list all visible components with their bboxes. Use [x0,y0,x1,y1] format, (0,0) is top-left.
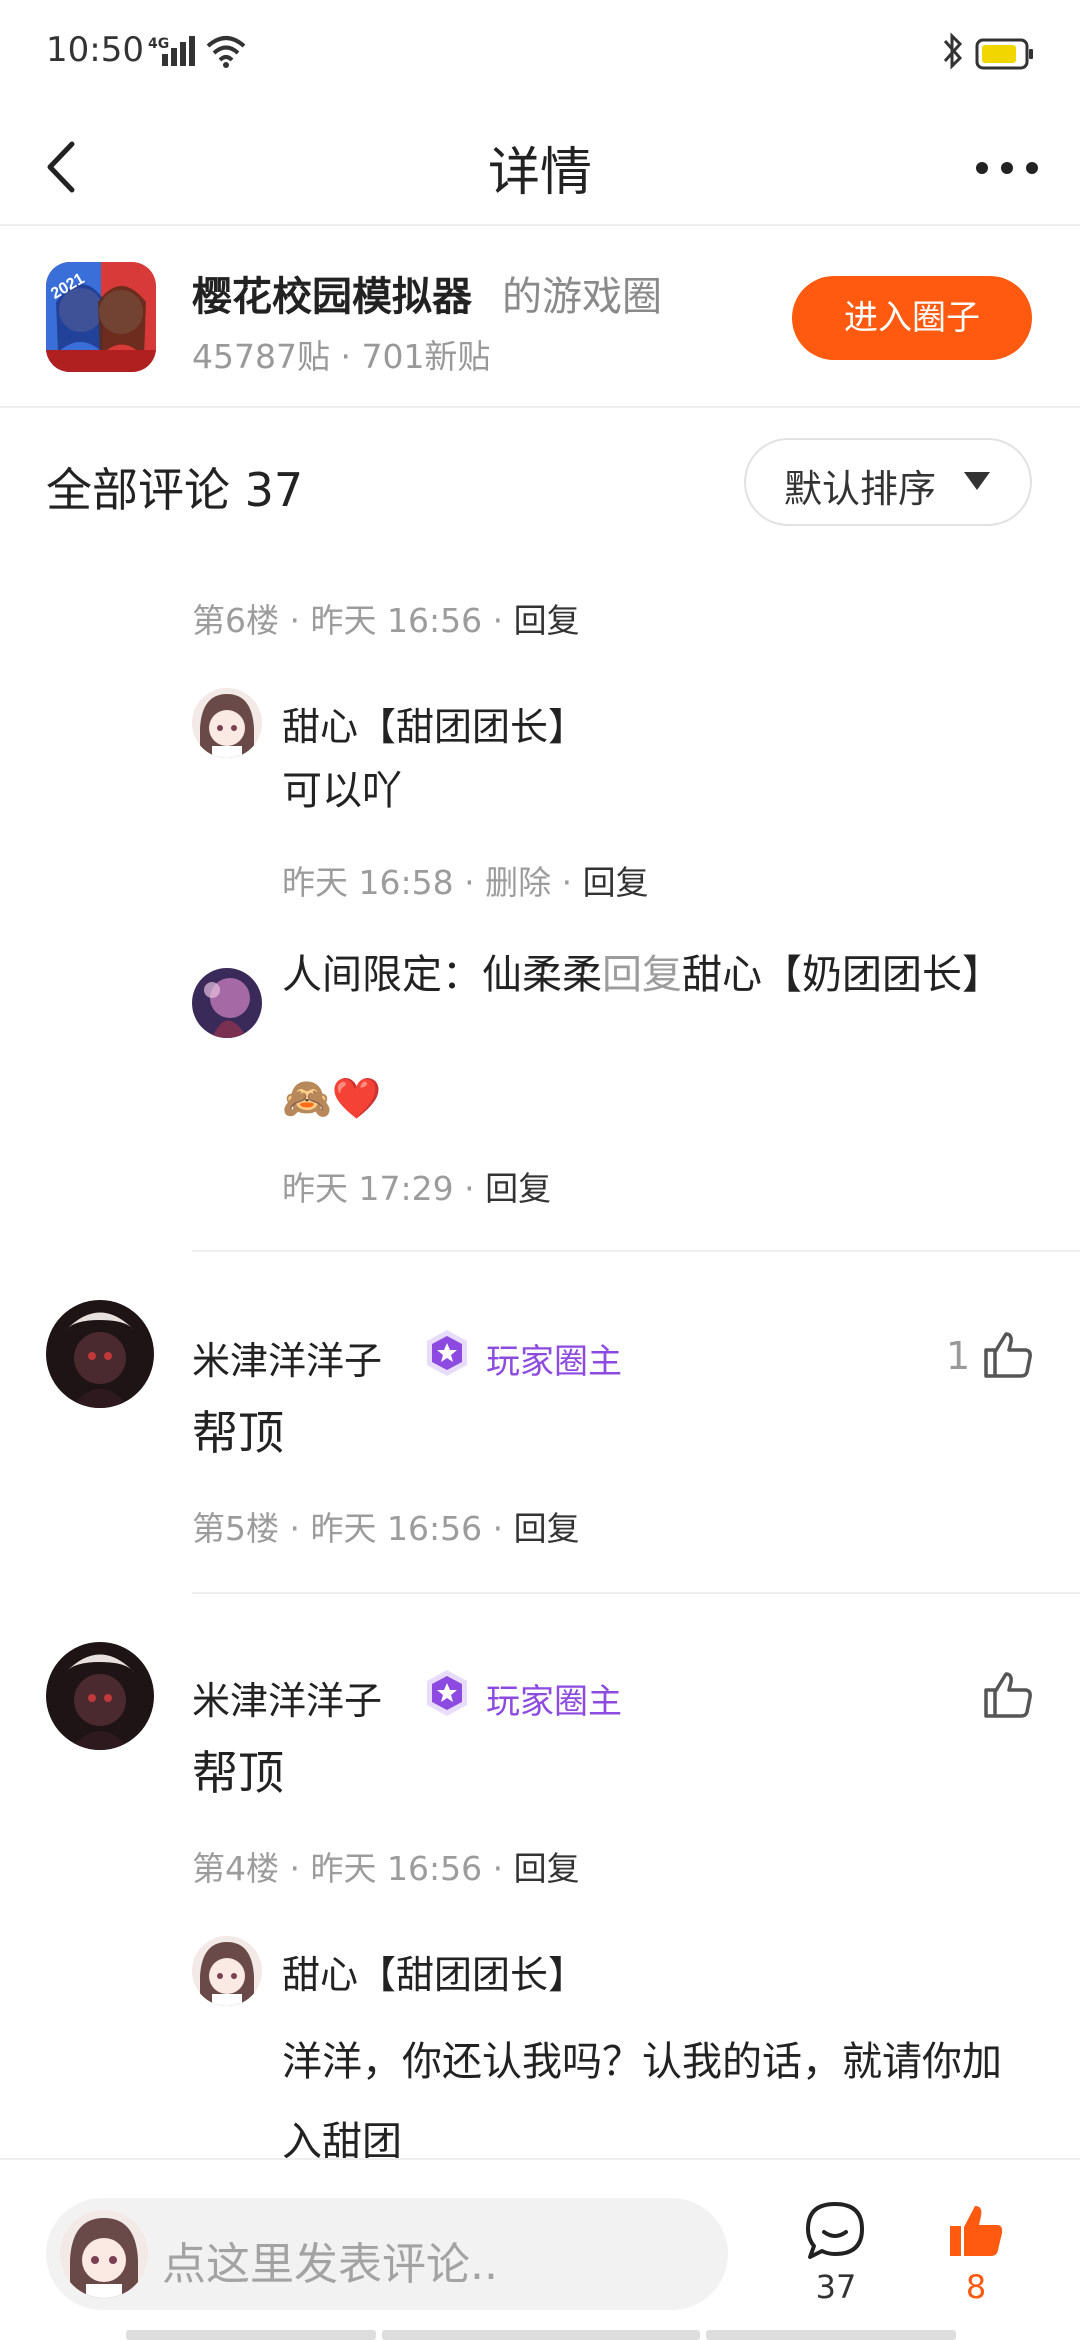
reply-username[interactable]: 甜心【甜团团长】 [282,1944,586,1999]
reply-username[interactable]: 人间限定：仙柔柔 [282,952,602,998]
sort-dropdown[interactable]: 默认排序 [744,438,1032,526]
floor-number: 第4楼 [192,1849,279,1888]
sort-label: 默认排序 [784,467,937,511]
thumbs-up-icon[interactable] [982,1668,1034,1720]
game-circle-suffix: 的游戏圈 [502,274,662,320]
status-time: 10:50 [46,30,144,70]
comment-meta: 第6楼 · 昨天 16:56 · 回复 [192,601,580,640]
top-nav-bar: 详情 [0,110,1080,226]
avatar[interactable] [46,1642,154,1750]
caret-down-icon [964,472,990,490]
comment-time: 昨天 16:56 [310,1509,483,1548]
nav-indicator-segment [706,2330,956,2340]
host-badge: 玩家圈主 [486,1342,622,1382]
comment-bubble-icon[interactable] [804,2200,866,2262]
battery-icon [975,38,1033,70]
enter-circle-button[interactable]: 进入圈子 [792,276,1032,360]
floor-number: 第6楼 [192,601,279,640]
thumbs-up-icon[interactable] [982,1328,1034,1380]
host-badge-icon [427,1670,467,1716]
nav-indicator-segment [382,2330,700,2340]
comments-count-title: 全部评论 37 [46,463,304,517]
comment-text: 帮顶 [192,1746,284,1800]
avatar[interactable] [192,968,262,1038]
like-count: 1 [946,1334,971,1378]
bluetooth-icon [943,32,963,70]
comment-text: 帮顶 [192,1406,284,1460]
comment-time: 昨天 16:56 [310,1849,483,1888]
reply-meta: 昨天 16:58 · 删除 · 回复 [282,863,649,902]
reply-text: 🙈❤️ [282,1076,382,1122]
my-avatar [60,2210,148,2298]
game-circle-name: 樱花校园模拟器 [192,274,472,320]
reply-link[interactable]: 回复 [514,1849,580,1888]
reply-link[interactable]: 回复 [514,1509,580,1548]
reply-text: 可以吖 [282,768,402,814]
reply-target-username[interactable]: 甜心【奶团团长】 [682,952,1002,998]
reply-link[interactable]: 回复 [485,1169,551,1208]
game-circle-banner[interactable]: 2021 樱花校园模拟器 的游戏圈 45787贴 · 701新贴 进入圈子 [0,228,1080,408]
avatar[interactable] [46,1300,154,1408]
comment-placeholder: 点这里发表评论.. [162,2239,498,2290]
nav-indicator-segment [126,2330,376,2340]
host-badge-icon [427,1330,467,1376]
bottom-action-bar: 点这里发表评论.. 37 8 [0,2158,1080,2340]
reply-time: 昨天 16:58 [282,863,454,902]
reply-time: 昨天 17:29 [282,1169,454,1208]
comment-count: 37 [815,2268,857,2306]
avatar[interactable] [192,688,262,758]
wifi-icon [206,36,246,68]
divider [192,1250,1080,1252]
like-total-count: 8 [965,2268,987,2306]
signal-icon [162,36,195,66]
reply-username[interactable]: 甜心【甜团团长】 [282,696,586,751]
more-options-icon[interactable] [972,148,1042,188]
avatar[interactable] [192,1936,262,2006]
comment-meta: 第4楼 · 昨天 16:56 · 回复 [192,1849,580,1888]
delete-link[interactable]: 删除 [485,863,551,902]
divider [192,1592,1080,1594]
comment-time: 昨天 16:56 [310,601,483,640]
status-bar: 10:50 4G [0,0,1080,110]
reply-word: 回复 [602,952,682,998]
reply-link[interactable]: 回复 [583,863,649,902]
reply-link[interactable]: 回复 [514,601,580,640]
thumbs-up-filled-icon[interactable] [946,2200,1006,2260]
comment-meta: 第5楼 · 昨天 16:56 · 回复 [192,1509,580,1548]
page-title: 详情 [487,143,592,203]
reply-with-target: 人间限定：仙柔柔回复甜心【奶团团长】 [282,946,1002,1004]
game-app-icon: 2021 [46,262,156,372]
comment-input[interactable]: 点这里发表评论.. [46,2198,728,2310]
comment-username[interactable]: 米津洋洋子 [192,1330,382,1385]
host-badge: 玩家圈主 [486,1682,622,1722]
circle-post-stats: 45787贴 · 701新贴 [192,337,491,376]
reply-meta: 昨天 17:29 · 回复 [282,1169,552,1208]
comment-username[interactable]: 米津洋洋子 [192,1670,382,1725]
floor-number: 第5楼 [192,1509,279,1548]
